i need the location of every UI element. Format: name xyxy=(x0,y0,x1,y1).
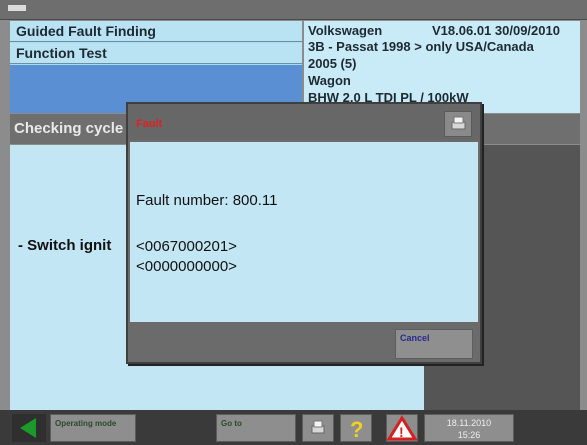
printer-icon xyxy=(311,420,325,434)
fault-number: Fault number: 800.11 xyxy=(136,192,278,209)
bottom-toolbar: Operating mode Go to ? ! 18.11.2010 15:2… xyxy=(0,410,587,445)
header-left-panel: Guided Fault Finding Function Test xyxy=(10,21,302,113)
vehicle-make: Volkswagen xyxy=(308,23,383,38)
vehicle-year: 2005 (5) xyxy=(308,56,357,71)
vehicle-info-panel: Volkswagen V18.06.01 30/09/2010 3B - Pas… xyxy=(304,21,580,113)
dialog-title-bar: Fault xyxy=(128,104,480,140)
help-button[interactable]: ? xyxy=(340,414,372,442)
title-bar xyxy=(0,0,587,20)
dialog-footer: Cancel xyxy=(128,324,480,362)
date-text: 18.11.2010 xyxy=(446,418,492,428)
warning-icon: ! xyxy=(387,415,417,441)
svg-text:!: ! xyxy=(399,424,404,440)
back-button[interactable] xyxy=(12,414,46,442)
dialog-print-button[interactable] xyxy=(444,111,472,137)
section-title: Checking cycle xyxy=(14,120,124,137)
vehicle-body: Wagon xyxy=(308,73,351,88)
date-time-display: 18.11.2010 15:26 xyxy=(424,414,514,442)
warning-button[interactable]: ! xyxy=(386,414,418,442)
time-text: 15:26 xyxy=(457,430,481,440)
svg-text:?: ? xyxy=(350,417,363,441)
printer-icon xyxy=(451,116,466,130)
arrow-left-icon xyxy=(20,418,36,438)
goto-button[interactable]: Go to xyxy=(216,414,296,442)
fault-dialog: Fault Fault number: 800.11 <0067000201> … xyxy=(126,102,482,364)
dialog-title: Fault xyxy=(136,118,163,130)
system-menu-icon[interactable] xyxy=(8,5,26,11)
app-window: Guided Fault Finding Function Test Volks… xyxy=(0,0,587,445)
cancel-button[interactable]: Cancel xyxy=(395,329,473,359)
software-version: V18.06.01 30/09/2010 xyxy=(432,23,560,38)
question-icon: ? xyxy=(350,417,363,441)
header-function-test[interactable]: Function Test xyxy=(10,43,302,64)
dialog-body: Fault number: 800.11 <0067000201> <00000… xyxy=(130,142,478,322)
vehicle-model: 3B - Passat 1998 > only USA/Canada xyxy=(308,39,534,54)
operating-mode-button[interactable]: Operating mode xyxy=(50,414,136,442)
header-guided-fault-finding[interactable]: Guided Fault Finding xyxy=(10,21,302,42)
instruction-text: - Switch ignit xyxy=(18,237,112,254)
print-button[interactable] xyxy=(302,414,334,442)
fault-code-2: <0000000000> xyxy=(136,258,237,275)
fault-code-1: <0067000201> xyxy=(136,238,237,255)
